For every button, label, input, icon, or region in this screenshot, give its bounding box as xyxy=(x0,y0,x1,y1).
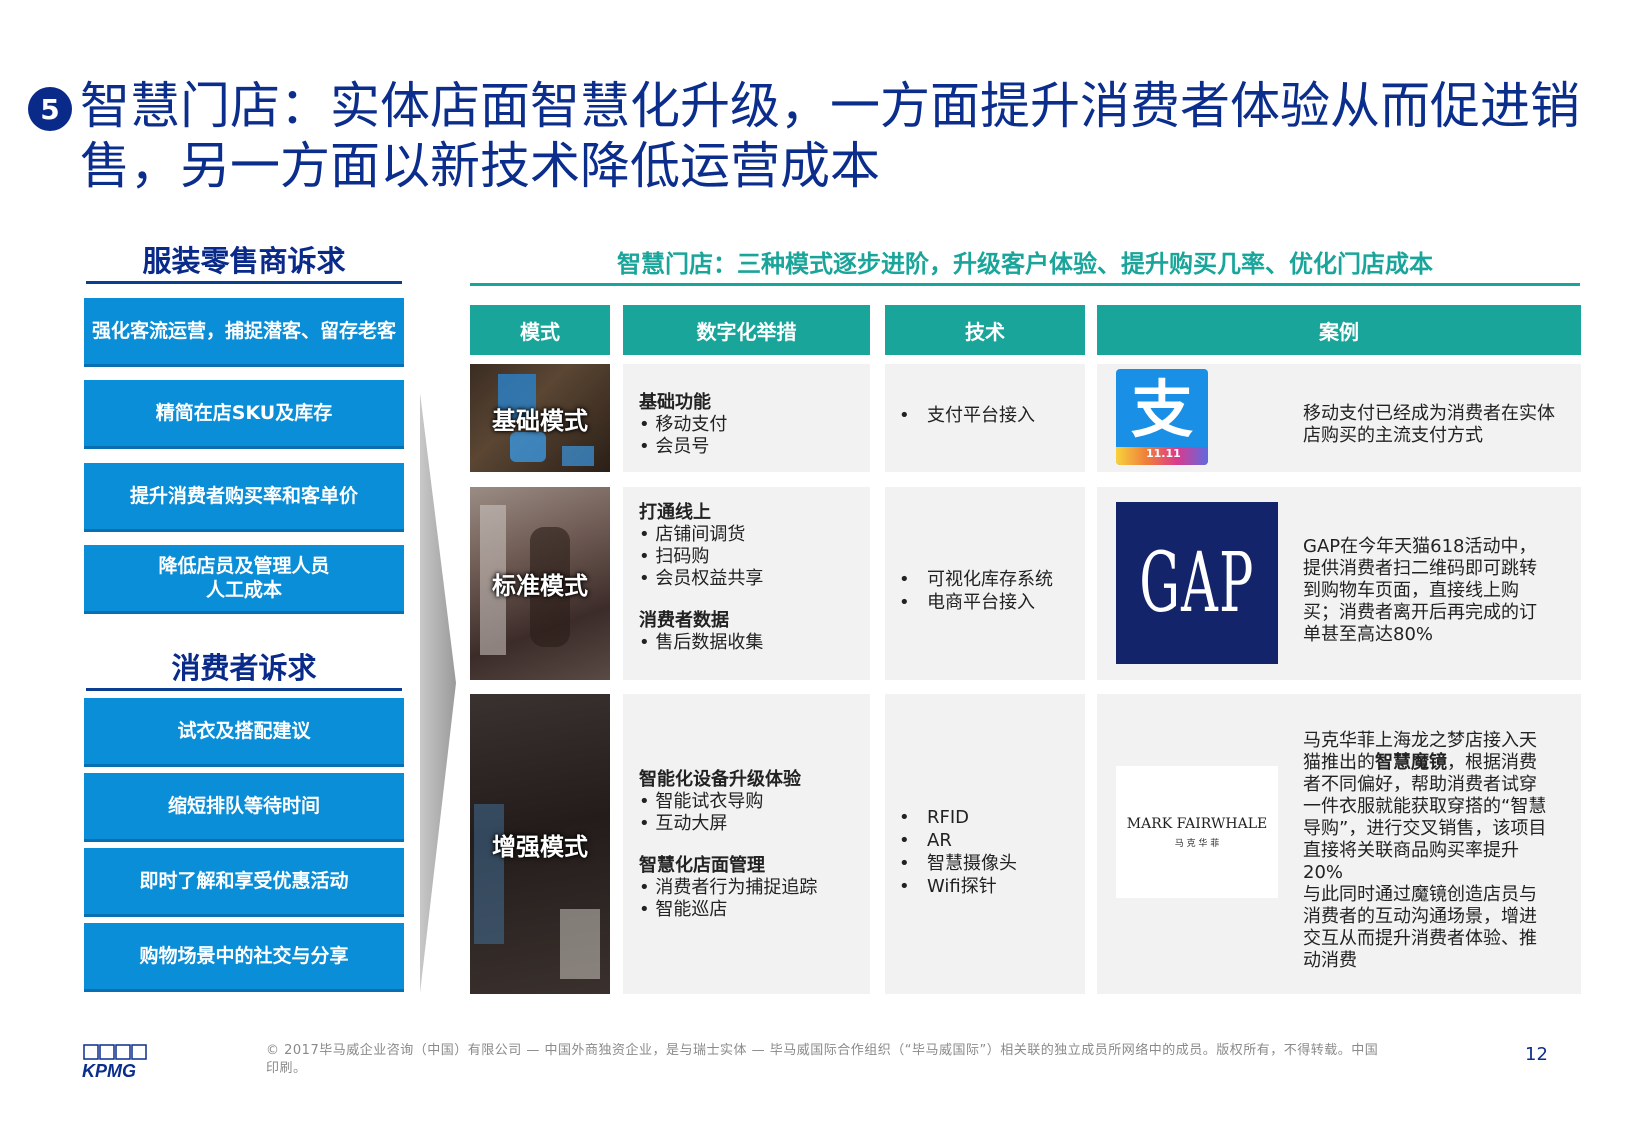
mode-photo-basic: 基础模式 xyxy=(470,364,610,472)
retailer-demand-item: 降低店员及管理人员 人工成本 xyxy=(84,545,404,611)
case-cell-standard: GAP GAP在今年天猫618活动中，提供消费者扫二维码即可跳转到购物车页面，直… xyxy=(1097,487,1581,680)
subtitle-underline xyxy=(470,283,1580,286)
consumer-demands-title: 消费者诉求 xyxy=(171,651,317,685)
consumer-demand-item: 购物场景中的社交与分享 xyxy=(84,923,404,989)
measure-bullet: 会员权益共享 xyxy=(639,568,870,590)
case-text: 马克华菲上海龙之梦店接入天猫推出的智慧魔镜，根据消费者不同偏好，帮助消费者试穿一… xyxy=(1303,730,1553,972)
gap-logo: GAP xyxy=(1116,502,1278,664)
header-mode: 模式 xyxy=(470,305,610,355)
markfairwhale-logo-subtext: 马 克 华 菲 xyxy=(1174,838,1220,849)
header-digital-measures: 数字化举措 xyxy=(623,305,870,355)
markfairwhale-logo: MARK FAIRWHALE 马 克 华 菲 xyxy=(1116,766,1278,898)
consumer-demand-item: 试衣及搭配建议 xyxy=(84,698,404,764)
screen-detail xyxy=(474,804,504,944)
tech-item: 可视化库存系统 xyxy=(899,568,1085,591)
alipay-logo-char: 支 xyxy=(1130,373,1193,446)
sign-detail xyxy=(560,909,600,979)
tech-cell-standard: 可视化库存系统 电商平台接入 xyxy=(885,487,1085,680)
measure-heading: 智慧化店面管理 xyxy=(639,855,765,876)
measure-heading: 基础功能 xyxy=(639,392,711,413)
right-arrow-shape xyxy=(420,393,456,993)
case-text: GAP在今年天猫618活动中，提供消费者扫二维码即可跳转到购物车页面，直接线上购… xyxy=(1303,536,1537,645)
measures-cell-basic: 基础功能 移动支付 会员号 xyxy=(623,364,870,472)
case-text: 移动支付已经成为消费者在实体店购买的主流支付方式 xyxy=(1303,403,1555,446)
header-case: 案例 xyxy=(1097,305,1581,355)
kpmg-logo: KPMG xyxy=(82,1044,147,1081)
measure-bullet: 消费者行为捕捉追踪 xyxy=(639,877,870,899)
tech-cell-basic: 支付平台接入 xyxy=(885,364,1085,472)
case-cell-basic: 支 11.11 移动支付已经成为消费者在实体店购买的主流支付方式 xyxy=(1097,364,1581,472)
measure-bullet: 移动支付 xyxy=(639,414,870,436)
smart-store-subtitle: 智慧门店：三种模式逐步进阶，升级客户体验、提升购买几率、优化门店成本 xyxy=(617,250,1433,278)
page-title: 智慧门店：实体店面智慧化升级，一方面提升消费者体验从而促进销售，另一方面以新技术… xyxy=(80,77,1580,195)
retailer-demand-item: 提升消费者购买率和客单价 xyxy=(84,463,404,529)
gap-logo-text: GAP xyxy=(1139,535,1255,631)
case-cell-enhanced: MARK FAIRWHALE 马 克 华 菲 马克华菲上海龙之梦店接入天猫推出的… xyxy=(1097,694,1581,994)
measures-cell-standard: 打通线上 店铺间调货 扫码购 会员权益共享 消费者数据 售后数据收集 xyxy=(623,487,870,680)
tech-item: Wifi探针 xyxy=(899,875,1085,898)
phone-detail xyxy=(562,446,594,466)
retailer-title-underline xyxy=(86,281,402,284)
measure-bullet: 店铺间调货 xyxy=(639,524,870,546)
mode-photo-standard: 标准模式 xyxy=(470,487,610,680)
measure-bullet: 智能试衣导购 xyxy=(639,791,870,813)
measure-bullet: 互动大屏 xyxy=(639,813,870,835)
markfairwhale-logo-text: MARK FAIRWHALE xyxy=(1126,815,1268,832)
tech-cell-enhanced: RFID AR 智慧摄像头 Wifi探针 xyxy=(885,694,1085,994)
measure-heading: 消费者数据 xyxy=(639,610,729,631)
page-number: 12 xyxy=(1525,1044,1548,1065)
measure-heading: 智能化设备升级体验 xyxy=(639,769,801,790)
case-text-part: ，根据消费者不同偏好，帮助消费者试穿一件衣服就能获取穿搭的“智慧导购”，进行交叉… xyxy=(1303,752,1547,971)
mode-photo-enhanced: 增强模式 xyxy=(470,694,610,994)
tech-item: 智慧摄像头 xyxy=(899,852,1085,875)
retailer-demand-item: 精简在店SKU及库存 xyxy=(84,380,404,446)
measure-bullet: 智能巡店 xyxy=(639,899,870,921)
consumer-title-underline xyxy=(86,688,402,691)
phone-detail xyxy=(510,432,546,462)
consumer-demand-item: 即时了解和享受优惠活动 xyxy=(84,848,404,914)
kpmg-logo-text: KPMG xyxy=(82,1061,136,1081)
tech-item: 支付平台接入 xyxy=(899,404,1085,427)
alipay-logo-date: 11.11 xyxy=(1146,447,1181,460)
tech-item: 电商平台接入 xyxy=(899,591,1085,614)
case-text-highlight: 智慧魔镜 xyxy=(1375,752,1447,773)
measures-cell-enhanced: 智能化设备升级体验 智能试衣导购 互动大屏 智慧化店面管理 消费者行为捕捉追踪 … xyxy=(623,694,870,994)
consumer-demand-item: 缩短排队等待时间 xyxy=(84,773,404,839)
retailer-demands-title: 服装零售商诉求 xyxy=(142,244,346,278)
measure-bullet: 会员号 xyxy=(639,436,870,458)
header-technology: 技术 xyxy=(885,305,1085,355)
alipay-logo: 支 11.11 xyxy=(1116,369,1208,465)
measure-bullet: 扫码购 xyxy=(639,546,870,568)
measure-heading: 打通线上 xyxy=(639,502,711,523)
tech-item: RFID xyxy=(899,806,1085,829)
measure-bullet: 售后数据收集 xyxy=(639,632,870,654)
mode-label: 标准模式 xyxy=(492,572,588,600)
retailer-demand-item: 强化客流运营，捕捉潜客、留存老客 xyxy=(84,298,404,364)
mode-label: 基础模式 xyxy=(492,406,588,435)
copyright-notice: © 2017毕马威企业咨询（中国）有限公司 — 中国外商独资企业，是与瑞士实体 … xyxy=(266,1043,1379,1076)
section-number-badge: 5 xyxy=(28,87,72,131)
tech-item: AR xyxy=(899,829,1085,852)
mode-label: 增强模式 xyxy=(492,832,588,861)
